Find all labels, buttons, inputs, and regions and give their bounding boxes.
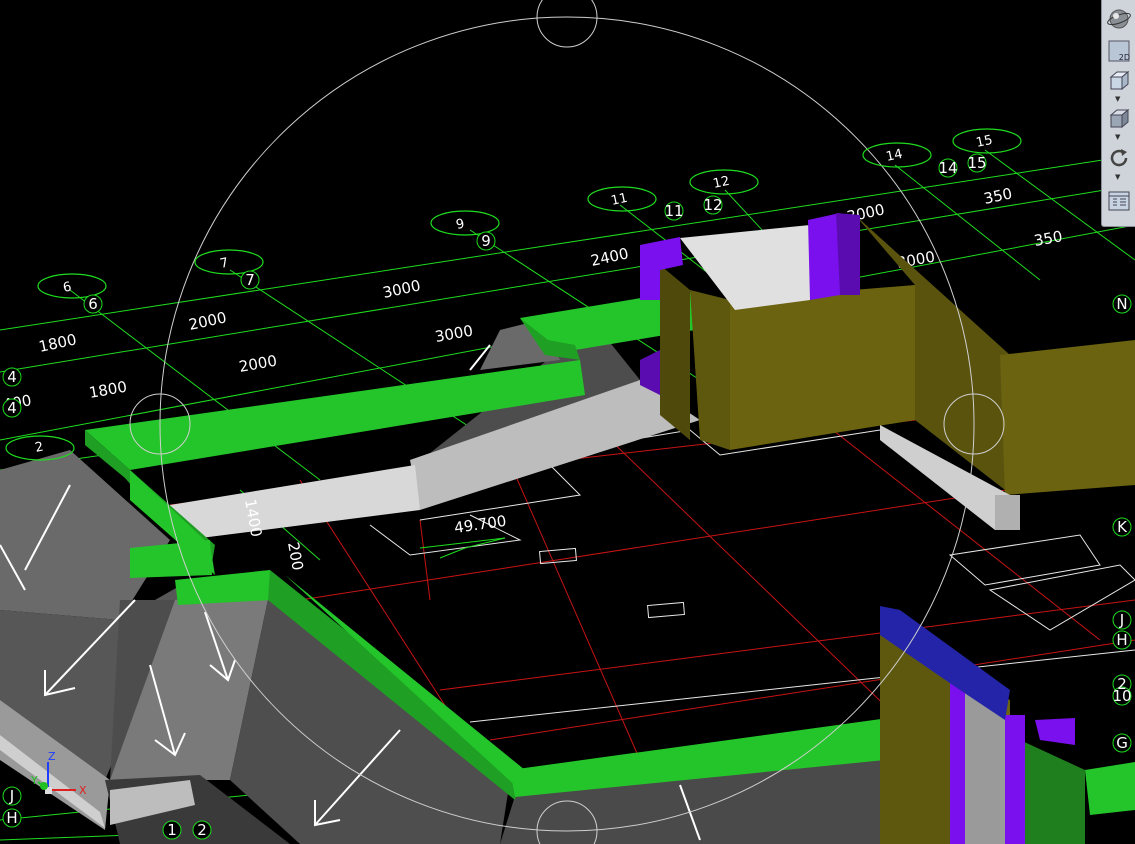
view-2d-label: 2D: [1118, 53, 1130, 62]
orbit-rotate-icon[interactable]: [1106, 145, 1132, 171]
navigation-toolbar: 2D ▼ ▼ ▼: [1101, 0, 1135, 227]
grid-tag: N: [1116, 295, 1127, 313]
grid-tag: 2: [197, 821, 207, 839]
orbit-globe-icon[interactable]: [1106, 6, 1132, 32]
grid-tag: 15: [967, 154, 986, 172]
view-manager-icon[interactable]: [1106, 188, 1132, 214]
chevron-down-icon[interactable]: ▼: [1115, 134, 1120, 141]
ucs-x-label: X: [79, 784, 87, 797]
grid-tag: 1: [167, 821, 177, 839]
grid-tag: 4: [7, 399, 17, 417]
view-2d-icon[interactable]: 2D: [1106, 38, 1132, 64]
grid-tag: K: [1117, 518, 1128, 536]
3d-viewport[interactable]: 1800 2000 3000 2400 3000 350 1800 2000 3…: [0, 0, 1135, 844]
grid-tag: H: [1116, 631, 1127, 649]
grid-tag: G: [1116, 734, 1128, 752]
grid-tag: 9: [481, 232, 491, 250]
grid-tag: J: [9, 787, 14, 805]
chevron-down-icon[interactable]: ▼: [1115, 174, 1120, 181]
view-cube-iso-icon[interactable]: [1106, 106, 1132, 132]
ucs-y-label: Y: [30, 774, 38, 787]
grid-tag: J: [1119, 611, 1124, 629]
grid-tag: 11: [664, 202, 683, 220]
ucs-z-label: Z: [48, 750, 56, 763]
view-cube-front-icon[interactable]: [1106, 68, 1132, 94]
grid-tag: 10: [1112, 687, 1131, 705]
grid-tag: 7: [245, 271, 255, 289]
grid-tag: 14: [938, 159, 957, 177]
grid-tag: 4: [7, 368, 17, 386]
grid-tag: 12: [703, 196, 722, 214]
grid-tag: H: [6, 809, 17, 827]
grid-tag: 6: [88, 295, 98, 313]
chevron-down-icon[interactable]: ▼: [1115, 96, 1120, 103]
